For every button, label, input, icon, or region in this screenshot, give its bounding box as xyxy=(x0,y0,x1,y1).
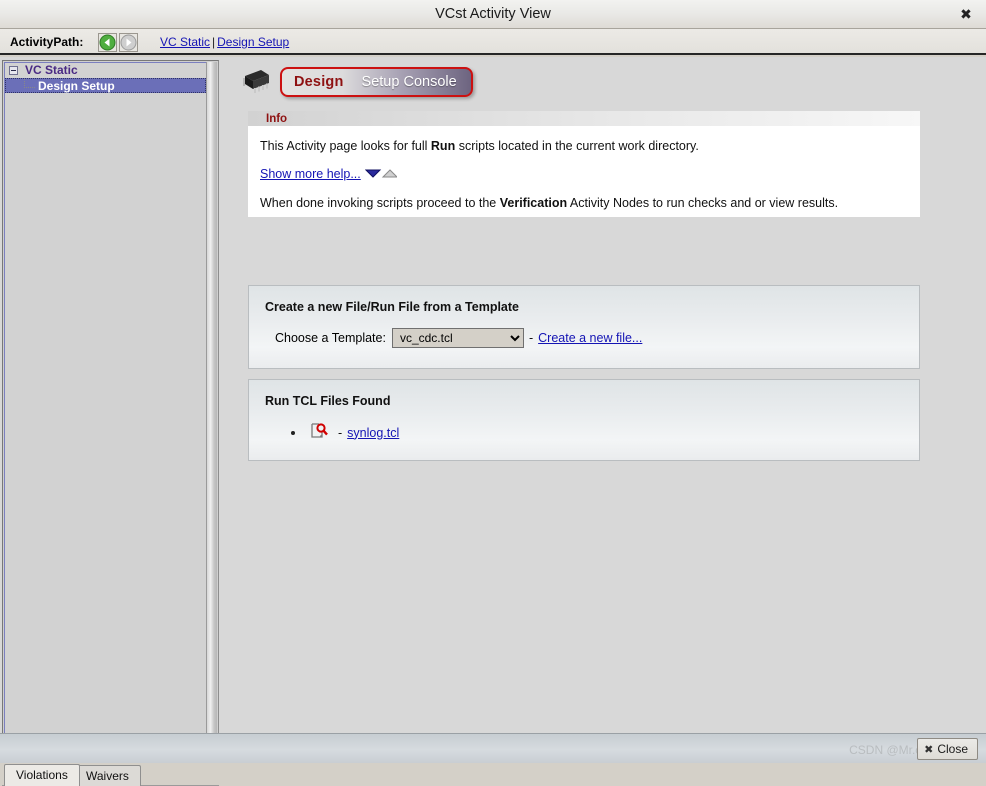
tcl-file-link-synlog[interactable]: synlog.tcl xyxy=(347,426,399,440)
show-more-help-row: Show more help... xyxy=(260,167,920,182)
template-panel-title: Create a new File/Run File from a Templa… xyxy=(265,300,519,314)
info-line-1-pre: This Activity page looks for full xyxy=(260,139,431,153)
tcl-item-dash: - xyxy=(338,425,343,440)
template-select[interactable]: vc_cdc.tcl xyxy=(391,328,524,348)
list-item: - synlog.tcl xyxy=(249,408,919,443)
breadcrumb: VC Static | Design Setup xyxy=(160,35,289,49)
tab-waivers[interactable]: Waivers xyxy=(74,765,141,786)
template-chooser-row: Choose a Template: vc_cdc.tcl - Create a… xyxy=(249,314,919,348)
tree-item-vc-static[interactable]: VC Static xyxy=(5,63,206,78)
status-bar: CSDN @Mr.clean ✖ Close xyxy=(0,733,986,763)
left-panel: VC Static Design Setup Violations Waiver… xyxy=(0,57,226,786)
window-close-icon[interactable]: ✖ xyxy=(954,4,978,25)
close-button-label: Close xyxy=(937,742,968,756)
tree-elbow-icon xyxy=(24,79,35,88)
activity-tree-inner: VC Static Design Setup xyxy=(4,62,207,761)
create-from-template-panel: Create a new File/Run File from a Templa… xyxy=(248,285,920,369)
activity-path-label: ActivityPath: xyxy=(10,35,84,49)
info-line-2: When done invoking scripts proceed to th… xyxy=(260,196,920,210)
breadcrumb-separator: | xyxy=(212,35,216,49)
info-line-1: This Activity page looks for full Run sc… xyxy=(260,139,920,153)
info-line-1-post: scripts located in the current work dire… xyxy=(455,139,699,153)
document-search-icon[interactable] xyxy=(309,422,331,443)
help-toggle-icons[interactable] xyxy=(364,168,398,182)
design-setup-console-tab[interactable]: Design Setup Console xyxy=(280,67,473,97)
work-area: VC Static Design Setup Violations Waiver… xyxy=(0,57,986,786)
info-panel-header: Info xyxy=(248,111,920,127)
window-titlebar: VCst Activity View ✖ xyxy=(0,0,986,29)
bottom-tab-strip: Violations Waivers xyxy=(2,764,219,786)
breadcrumb-item-design-setup[interactable]: Design Setup xyxy=(217,35,289,49)
tab-violations[interactable]: Violations xyxy=(4,764,80,786)
tree-vertical-scrollbar[interactable] xyxy=(206,62,217,761)
info-line-2-post: Activity Nodes to run checks and or view… xyxy=(567,195,839,210)
list-bullet-icon xyxy=(291,430,295,435)
back-button[interactable] xyxy=(98,33,117,52)
ic-chip-icon xyxy=(238,67,272,100)
window-title: VCst Activity View xyxy=(435,6,551,22)
forward-button[interactable] xyxy=(119,33,138,52)
breadcrumb-item-vc-static[interactable]: VC Static xyxy=(160,35,210,49)
tcl-files-panel-title: Run TCL Files Found xyxy=(265,394,391,408)
tab-design-label: Design xyxy=(294,74,344,90)
choose-template-label: Choose a Template: xyxy=(275,331,386,345)
info-line-1-bold: Run xyxy=(430,139,456,153)
tree-item-vc-static-label: VC Static xyxy=(25,63,78,77)
info-line-2-bold: Verification xyxy=(499,195,568,210)
template-dash: - xyxy=(528,331,534,345)
info-panel-body: This Activity page looks for full Run sc… xyxy=(248,127,920,210)
activity-path-bar: ActivityPath: VC Static | Design Setup xyxy=(0,29,986,55)
tree-collapse-icon[interactable] xyxy=(9,66,18,75)
tree-item-design-setup-label: Design Setup xyxy=(38,79,115,93)
back-arrow-icon xyxy=(99,34,116,51)
close-icon: ✖ xyxy=(924,743,934,756)
activity-tree: VC Static Design Setup xyxy=(2,60,219,763)
info-line-2-pre: When done invoking scripts proceed to th… xyxy=(260,195,500,210)
tab-setup-console-label: Setup Console xyxy=(361,74,457,90)
create-a-new-file-link[interactable]: Create a new file... xyxy=(538,331,642,345)
show-more-help-link[interactable]: Show more help... xyxy=(260,167,361,181)
close-button[interactable]: ✖ Close xyxy=(917,738,978,760)
tree-item-design-setup[interactable]: Design Setup xyxy=(5,78,206,93)
content-panel: Design Setup Console Info This Activity … xyxy=(226,57,986,733)
forward-arrow-icon xyxy=(120,34,137,51)
run-tcl-files-panel: Run TCL Files Found - synlog.tcl xyxy=(248,379,920,461)
info-panel: Info This Activity page looks for full R… xyxy=(248,111,920,217)
